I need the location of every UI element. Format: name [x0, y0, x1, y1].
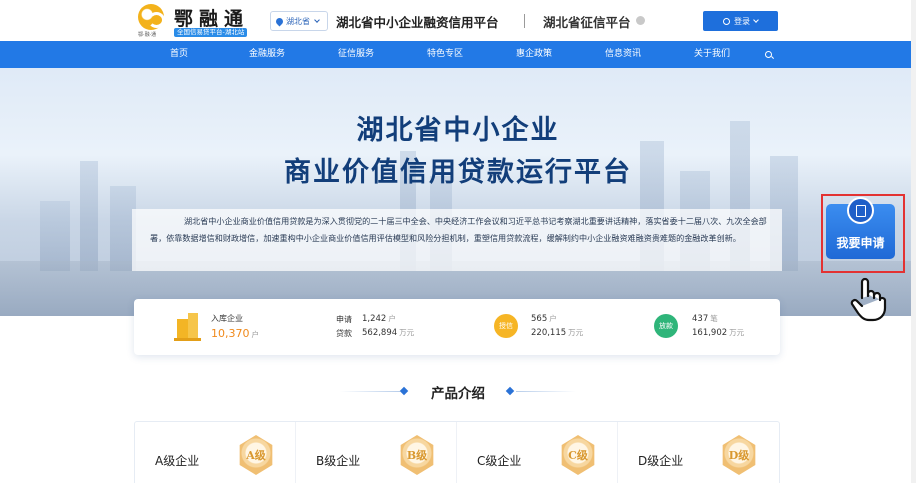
product-card-d[interactable]: D级企业 D级 — [618, 422, 779, 483]
logo-mark-icon — [138, 4, 165, 30]
stats-card: 入库企业 10,370 户 申请 1,242 户 贷款 562,894 万元 授信 5… — [134, 299, 780, 355]
login-icon — [723, 17, 730, 25]
chevron-down-icon — [314, 17, 320, 23]
logo-title: 鄂融通 — [174, 8, 250, 30]
nav-item-about[interactable]: 关于我们 — [694, 41, 730, 68]
info-icon[interactable] — [636, 16, 645, 25]
location-pin-icon — [274, 16, 285, 26]
nav-item-news[interactable]: 信息资讯 — [605, 41, 641, 68]
search-icon[interactable] — [765, 51, 772, 58]
hero-description: 湖北省中小企业商业价值信用贷款是为深入贯彻党的二十届三中全会、中央经济工作会议和… — [150, 216, 767, 243]
building-icon — [174, 313, 201, 341]
apply-count: 1,242 户 — [362, 314, 396, 324]
product-card-b[interactable]: B级企业 B级 — [296, 422, 457, 483]
product-name: B级企业 — [316, 454, 361, 468]
product-list: A级企业 A级 B级企业 B级 C级企业 C级 D级企业 D级 — [134, 421, 780, 483]
product-name: C级企业 — [477, 454, 522, 468]
edit-form-icon — [847, 197, 874, 224]
platform-title[interactable]: 湖北省中小企业融资信用平台 — [336, 12, 499, 31]
page-scrollbar[interactable] — [911, 0, 916, 483]
pointer-hand-icon — [850, 277, 887, 322]
nav-item-credit[interactable]: 征信服务 — [338, 41, 374, 68]
grade-label: B级 — [406, 449, 428, 462]
region-label: 湖北省 — [286, 16, 310, 26]
logo-subtitle: 全国信易贷平台-湖北站 — [174, 28, 248, 37]
nav-item-home[interactable]: 首页 — [170, 41, 188, 68]
products-section-title: 产品介绍 — [431, 386, 485, 402]
release-count: 437 笔 — [692, 314, 718, 324]
credit-count: 565 户 — [531, 314, 557, 324]
nav-item-special[interactable]: 特色专区 — [427, 41, 463, 68]
apply-label: 申请 — [336, 315, 352, 324]
nav-item-policy[interactable]: 惠企政策 — [516, 41, 552, 68]
grade-label: D级 — [728, 449, 750, 462]
loan-amount: 562,894 万元 — [362, 328, 415, 338]
chevron-down-icon — [753, 17, 759, 23]
product-card-c[interactable]: C级企业 C级 — [457, 422, 618, 483]
enterprise-label: 入库企业 — [211, 314, 243, 323]
login-label: 登录 — [734, 16, 750, 26]
release-badge: 放款 — [654, 314, 678, 338]
region-selector[interactable]: 湖北省 — [270, 11, 328, 31]
credit-platform-link[interactable]: 湖北省征信平台 — [543, 12, 631, 31]
grade-label: A级 — [246, 449, 266, 462]
enterprise-count: 10,370 户 — [211, 327, 259, 340]
credit-badge: 授信 — [494, 314, 518, 338]
header-divider — [524, 14, 525, 28]
product-name: A级企业 — [155, 454, 200, 468]
hero-title-line1: 湖北省中小企业 — [356, 115, 560, 146]
hero-title-line2: 商业价值信用贷款运行平台 — [284, 157, 632, 188]
main-nav: 首页 金融服务 征信服务 特色专区 惠企政策 信息资讯 关于我们 — [0, 41, 916, 68]
title-decoration-right — [516, 391, 576, 392]
product-name: D级企业 — [638, 454, 684, 468]
site-header: 鄂·融·通 鄂融通 全国信易贷平台-湖北站 湖北省 湖北省中小企业融资信用平台 … — [0, 0, 916, 41]
nav-item-finance[interactable]: 金融服务 — [249, 41, 285, 68]
login-button[interactable]: 登录 — [703, 11, 778, 31]
hero-banner — [0, 68, 916, 316]
credit-amount: 220,115 万元 — [531, 328, 584, 338]
site-logo[interactable]: 鄂·融·通 鄂融通 全国信易贷平台-湖北站 — [138, 4, 262, 38]
apply-label: 我要申请 — [836, 236, 885, 250]
product-card-a[interactable]: A级企业 A级 — [135, 422, 296, 483]
release-amount: 161,902 万元 — [692, 328, 745, 338]
logo-mark-caption: 鄂·融·通 — [138, 32, 157, 38]
grade-label: C级 — [568, 449, 588, 462]
loan-label: 贷款 — [336, 329, 352, 338]
